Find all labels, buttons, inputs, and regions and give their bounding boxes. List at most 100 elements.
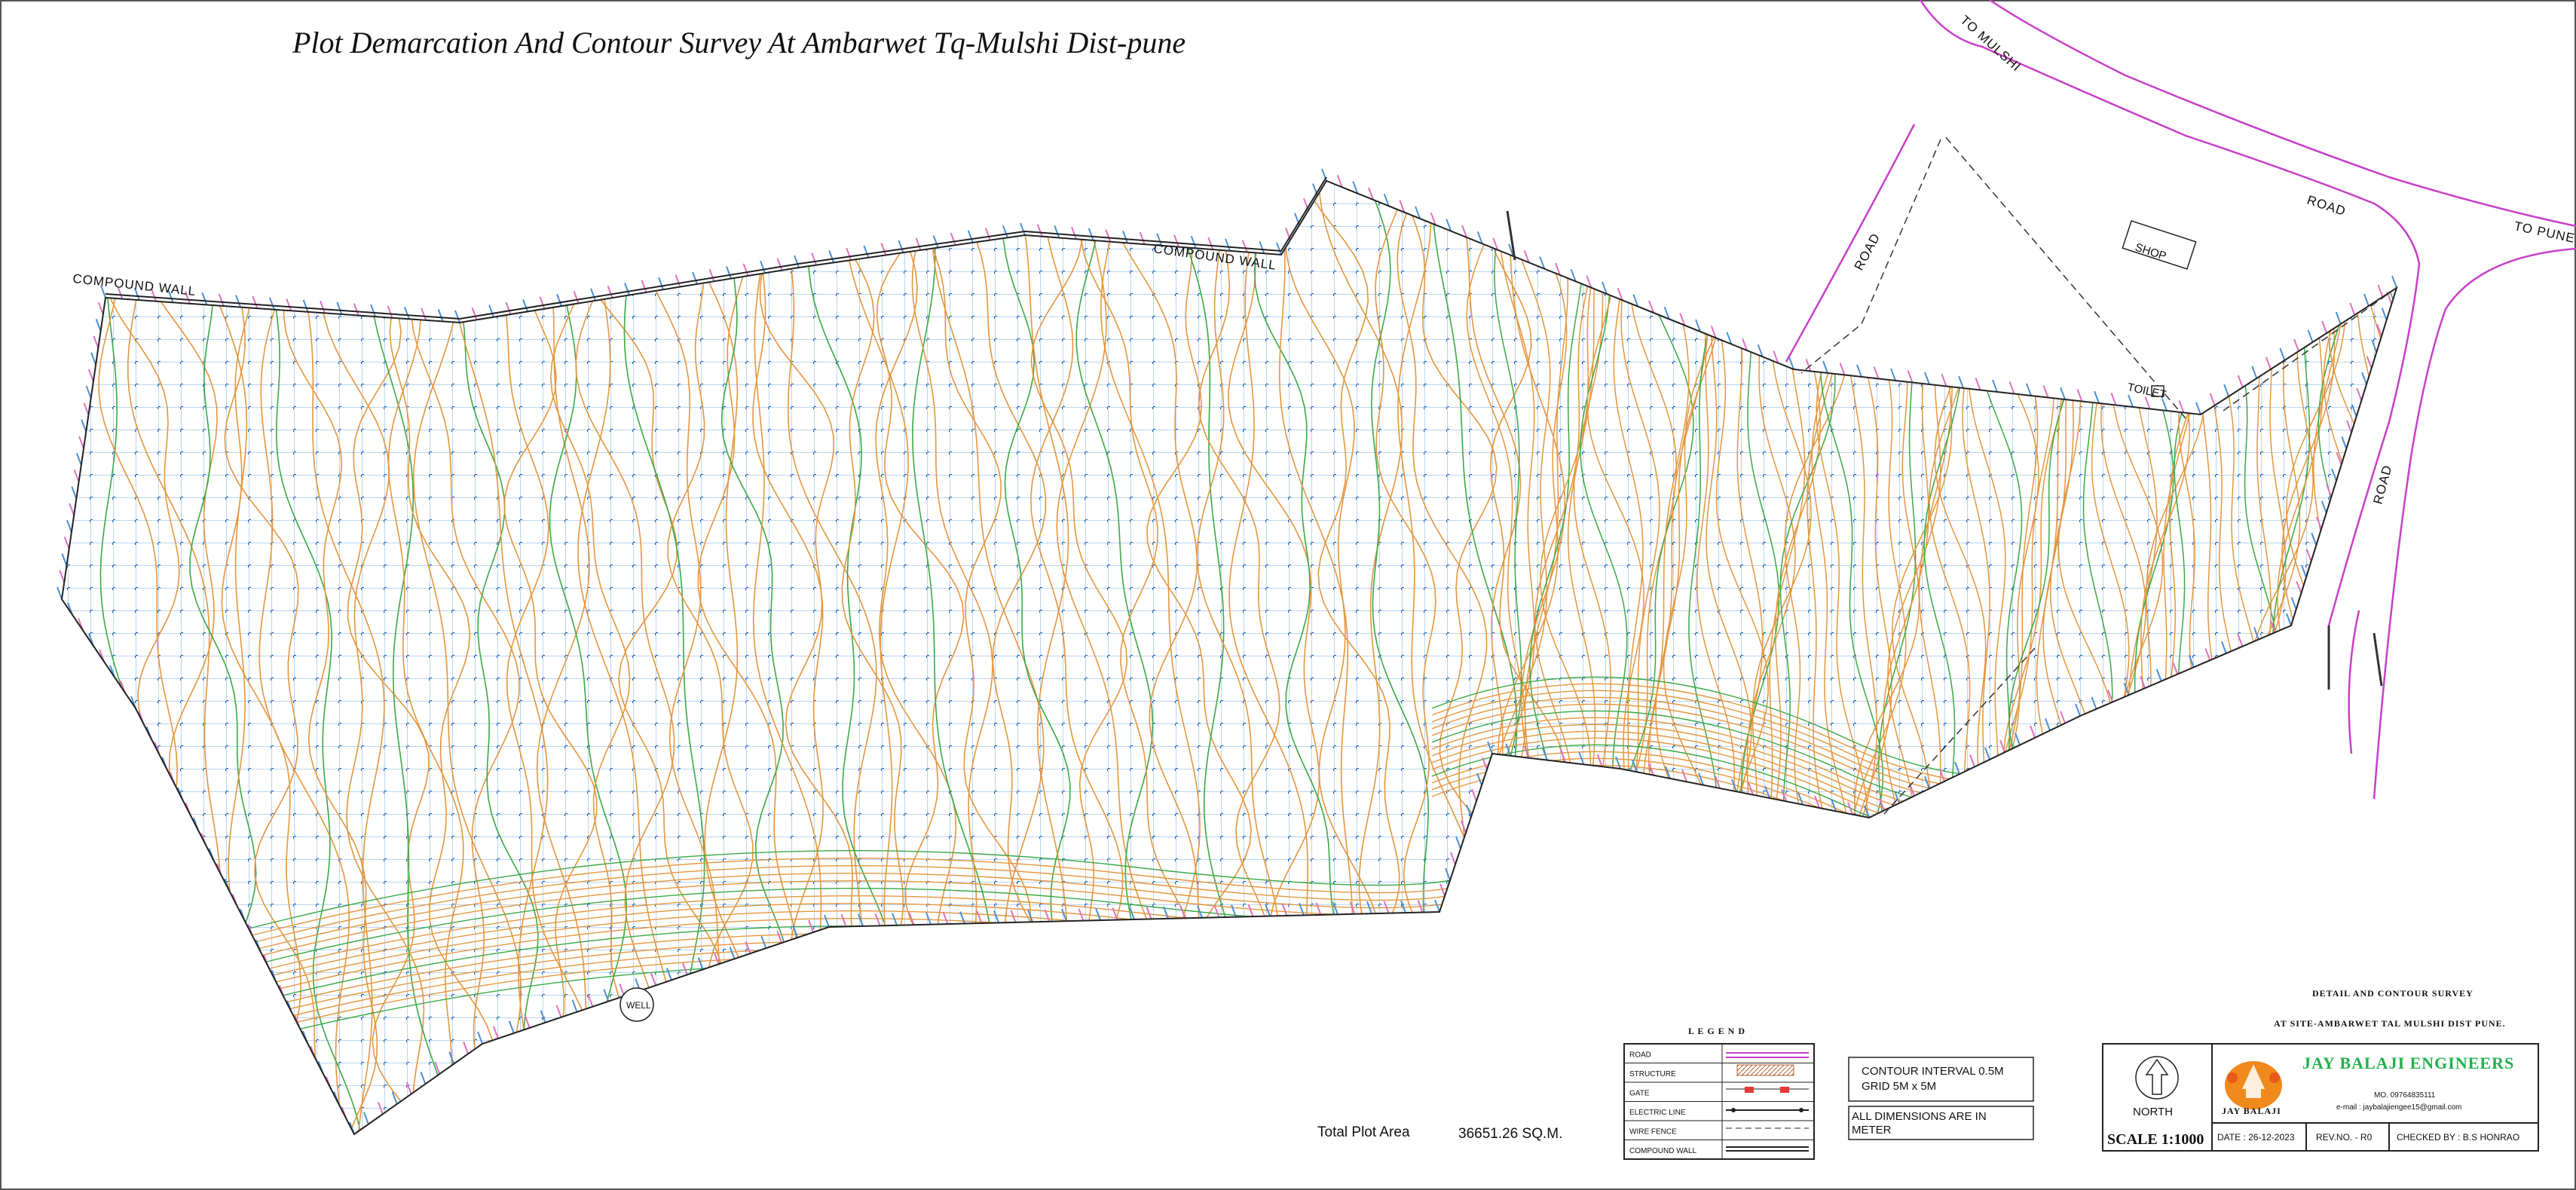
spot-level-mark — [2307, 329, 2314, 343]
spot-level-mark — [590, 288, 596, 301]
contour-line — [2213, 181, 2278, 1134]
spot-level-mark — [1002, 225, 1008, 238]
svg-text:GRID 5M x 5M: GRID 5M x 5M — [1862, 1080, 1936, 1093]
total-area-value: 36651.26 SQ.M. — [1458, 1126, 1562, 1142]
spot-level-mark — [1856, 364, 1862, 378]
spot-level-mark — [471, 307, 478, 320]
spot-level-mark — [2293, 338, 2299, 352]
spot-level-mark — [75, 452, 82, 466]
spot-level-mark — [522, 299, 528, 312]
spot-level-mark — [573, 291, 580, 304]
road-label-left: ROAD — [1852, 231, 1883, 273]
spot-level-mark — [302, 299, 309, 313]
spot-level-mark — [78, 436, 84, 449]
contour-line — [2278, 181, 2340, 1134]
spot-level-mark — [932, 235, 939, 248]
spot-level-mark — [1890, 368, 1896, 381]
spot-level-mark — [1241, 240, 1248, 252]
spot-level-mark — [2237, 375, 2244, 388]
compound-wall-label-left: COMPOUND WALL — [72, 271, 197, 298]
contour-line — [2314, 181, 2371, 1134]
spot-level-mark — [57, 586, 63, 600]
svg-text:WELL: WELL — [626, 1000, 651, 1011]
spot-level-mark — [2178, 400, 2185, 413]
spot-level-mark — [726, 266, 732, 279]
spot-level-mark — [353, 303, 359, 316]
spot-level-mark — [387, 305, 393, 319]
dimension-notes: ALL DIMENSIONS ARE IN METER — [1848, 1106, 2034, 1140]
title-block: DETAIL AND CONTOUR SURVEY AT SITE-AMBARW… — [2102, 988, 2539, 1152]
spot-level-mark — [71, 486, 78, 500]
spot-level-mark — [2223, 384, 2230, 397]
spot-level-mark — [2335, 311, 2342, 325]
spot-level-mark — [2279, 347, 2286, 361]
north-arrow-icon — [2135, 1056, 2179, 1100]
spot-level-mark — [63, 536, 70, 549]
spot-level-mark — [658, 277, 664, 290]
spot-level-mark — [776, 258, 783, 271]
legend-item-label: ELECTRIC LINE — [1629, 1109, 1686, 1117]
spot-level-mark — [1207, 237, 1214, 250]
spot-level-mark — [59, 570, 66, 583]
temple-logo-icon — [2225, 1061, 2282, 1109]
spot-level-mark — [811, 252, 818, 266]
spot-level-mark — [2026, 383, 2032, 396]
well-symbol-icon: WELL — [620, 987, 654, 1022]
spot-level-mark — [1941, 374, 1947, 387]
logo-text: JAY BALAJI — [2222, 1106, 2281, 1116]
spot-level-mark — [2377, 284, 2384, 298]
spot-level-mark — [1020, 222, 1026, 236]
spot-level-mark — [505, 301, 512, 315]
contour-line — [2305, 181, 2348, 1134]
checked-by: CHECKED BY : B.S HONRAO — [2397, 1132, 2519, 1143]
spot-level-mark — [556, 293, 562, 307]
legend-item-label: WIRE FENCE — [1629, 1128, 1677, 1136]
spot-level-mark — [2076, 389, 2083, 402]
spot-level-mark — [454, 310, 460, 323]
total-area-label: Total Plot Area — [1317, 1124, 1410, 1140]
shop-structure: SHOP — [2122, 220, 2197, 270]
spot-level-mark — [915, 237, 922, 251]
spot-level-mark — [1805, 359, 1812, 372]
spot-level-mark — [2363, 293, 2369, 307]
contour-line — [2283, 181, 2350, 1134]
spot-level-mark — [828, 250, 835, 263]
spot-level-mark — [1122, 231, 1128, 243]
spot-level-mark — [708, 268, 715, 282]
spot-level-mark — [83, 402, 90, 415]
spot-level-mark — [880, 243, 887, 255]
legend: L E G E N D ROAD STRUCTURE GATE ELECTRIC LI… — [1623, 1026, 1815, 1160]
contour-line — [2272, 181, 2311, 1134]
spot-level-mark — [90, 352, 97, 366]
spot-level-mark — [2195, 402, 2201, 415]
spot-level-mark — [2321, 320, 2328, 334]
spot-level-mark — [268, 297, 275, 311]
spot-level-mark — [2128, 394, 2134, 408]
svg-text:CONTOUR INTERVAL 0.5M: CONTOUR INTERVAL 0.5M — [1862, 1065, 2004, 1078]
spot-level-mark — [1088, 228, 1094, 241]
spot-level-mark — [863, 245, 870, 258]
spot-level-mark — [252, 295, 259, 309]
spot-level-mark — [69, 503, 75, 516]
contour-line — [2358, 181, 2397, 1134]
to-mulshi-label: TO MULSHI — [1957, 13, 2024, 75]
spot-level-mark — [607, 285, 613, 298]
drawing-date: DATE : 26-12-2023 — [2217, 1132, 2295, 1143]
spot-level-mark — [93, 335, 99, 349]
spot-level-mark — [437, 309, 444, 322]
legend-item-label: GATE — [1629, 1090, 1650, 1098]
spot-level-mark — [1992, 379, 1998, 393]
spot-level-mark — [97, 301, 104, 315]
legend-item-label: COMPOUND WALL — [1629, 1147, 1697, 1155]
spot-level-mark — [2349, 302, 2356, 316]
spot-level-mark — [1822, 360, 1828, 374]
svg-text:AT SITE-AMBARWET TAL MULSHI DI: AT SITE-AMBARWET TAL MULSHI DIST PUNE. — [2274, 1018, 2506, 1029]
contour-line — [2247, 181, 2314, 1134]
contour-line — [2309, 181, 2358, 1134]
firm-email: e-mail : jaybalajiengee15@gmail.com — [2336, 1103, 2461, 1112]
north-label: NORTH — [2133, 1106, 2173, 1118]
contour-line — [2234, 181, 2272, 1134]
spot-level-mark — [2094, 390, 2100, 404]
contour-line — [2244, 181, 2301, 1134]
spot-level-mark — [1036, 224, 1043, 237]
